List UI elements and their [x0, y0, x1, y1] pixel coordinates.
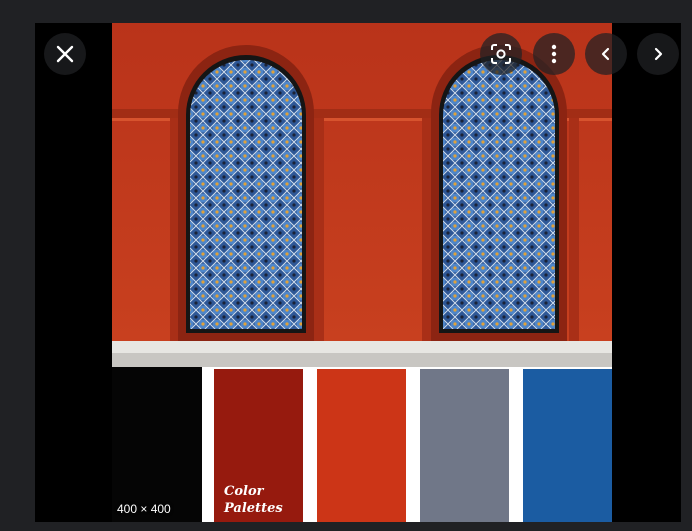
chevron-left-icon	[601, 47, 610, 61]
visual-search-button[interactable]	[480, 33, 522, 75]
watermark-line2: Palettes	[223, 501, 283, 516]
previous-image-button[interactable]	[585, 33, 627, 75]
palette-swatch	[420, 369, 509, 522]
image-viewer: Color Palettes 400 × 400	[35, 23, 681, 522]
chevron-right-icon	[654, 47, 663, 61]
close-icon	[56, 45, 74, 63]
color-palette	[112, 367, 612, 522]
pavement	[112, 341, 612, 355]
preview-image-graphic: Color Palettes	[112, 23, 612, 522]
palette-swatch	[112, 367, 202, 522]
next-image-button[interactable]	[637, 33, 679, 75]
more-options-button[interactable]	[533, 33, 575, 75]
right-tile-window	[443, 60, 555, 329]
lens-icon	[491, 44, 511, 64]
watermark-line1: Color	[224, 484, 265, 499]
close-button[interactable]	[44, 33, 86, 75]
palette-swatch	[214, 369, 303, 522]
image-dimensions: 400 × 400	[117, 502, 171, 516]
left-tile-window	[190, 60, 302, 329]
palette-swatch	[317, 369, 406, 522]
more-vert-icon	[551, 44, 557, 64]
palette-swatch	[523, 369, 612, 522]
preview-image: Color Palettes	[112, 23, 612, 522]
